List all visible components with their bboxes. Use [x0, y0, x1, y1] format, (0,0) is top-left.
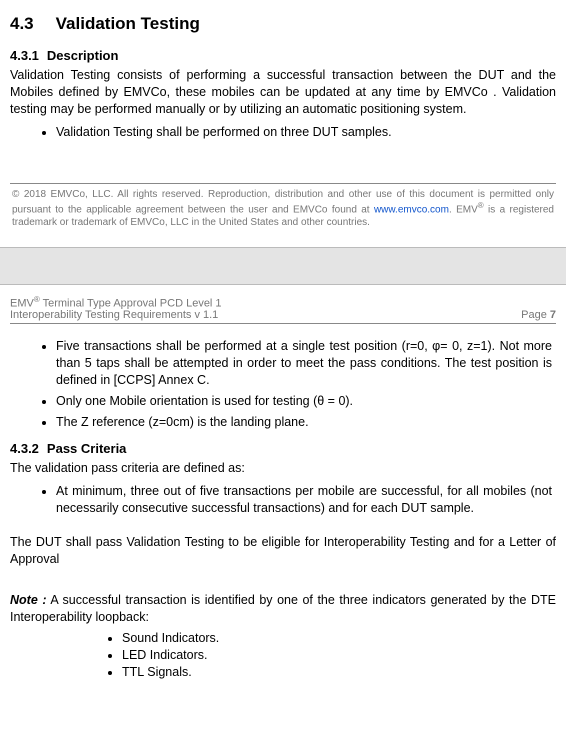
page-header: EMV® Terminal Type Approval PCD Level 1 …: [0, 285, 566, 325]
list-item: LED Indicators.: [122, 647, 556, 663]
list-item: Only one Mobile orientation is used for …: [56, 393, 556, 410]
note-body: A successful transaction is identified b…: [10, 593, 556, 624]
description-bullet-list: Validation Testing shall be performed on…: [10, 124, 556, 141]
list-item: Five transactions shall be performed at …: [56, 338, 556, 389]
header-line-1: EMV® Terminal Type Approval PCD Level 1: [10, 295, 556, 310]
pass-criteria-intro: The validation pass criteria are defined…: [10, 460, 556, 477]
description-paragraph: Validation Testing consists of performin…: [10, 67, 556, 118]
list-item: The Z reference (z=0cm) is the landing p…: [56, 414, 556, 431]
pass-criteria-bullet-list: At minimum, three out of five transactio…: [10, 483, 556, 517]
page-lower: Five transactions shall be performed at …: [0, 324, 566, 692]
subsection-432-number: 4.3.2: [10, 441, 39, 456]
section-heading: 4.3 Validation Testing: [10, 14, 556, 34]
page-label: Page: [521, 309, 550, 321]
continued-bullet-list: Five transactions shall be performed at …: [10, 338, 556, 430]
header-page: Page 7: [521, 309, 556, 321]
eligibility-paragraph: The DUT shall pass Validation Testing to…: [10, 534, 556, 568]
list-item: At minimum, three out of five transactio…: [56, 483, 556, 517]
note-indicator-block: Sound Indicators. LED Indicators. TTL Si…: [54, 630, 556, 681]
header-line-2-row: Interoperability Testing Requirements v …: [10, 309, 556, 321]
footer-link-emvco[interactable]: www.emvco.com: [374, 204, 449, 215]
page-number: 7: [550, 309, 556, 321]
note-indicator-list: Sound Indicators. LED Indicators. TTL Si…: [54, 630, 556, 681]
header-line-2: Interoperability Testing Requirements v …: [10, 309, 218, 321]
section-number: 4.3: [10, 14, 34, 34]
page-footer-copyright: © 2018 EMVCo, LLC. All rights reserved. …: [10, 183, 556, 239]
header-lines: EMV® Terminal Type Approval PCD Level 1 …: [10, 295, 556, 325]
list-item: Sound Indicators.: [122, 630, 556, 646]
note-label: Note :: [10, 593, 47, 607]
subsection-431-heading: 4.3.1 Description: [10, 48, 556, 63]
list-item: Validation Testing shall be performed on…: [56, 124, 556, 141]
list-item: TTL Signals.: [122, 664, 556, 680]
header-line1-post: Terminal Type Approval PCD Level 1: [40, 297, 222, 309]
footer-text-post: . EMV: [449, 204, 478, 215]
page-break-gap: [0, 247, 566, 285]
subsection-431-title: Description: [47, 48, 119, 63]
subsection-431-number: 4.3.1: [10, 48, 39, 63]
section-title-text: Validation Testing: [56, 14, 200, 33]
subsection-432-title: Pass Criteria: [47, 441, 127, 456]
note-paragraph: Note : A successful transaction is ident…: [10, 592, 556, 626]
header-line1-pre: EMV: [10, 297, 34, 309]
page-upper: 4.3 Validation Testing 4.3.1 Description V…: [0, 0, 566, 247]
subsection-432-heading: 4.3.2 Pass Criteria: [10, 441, 556, 456]
